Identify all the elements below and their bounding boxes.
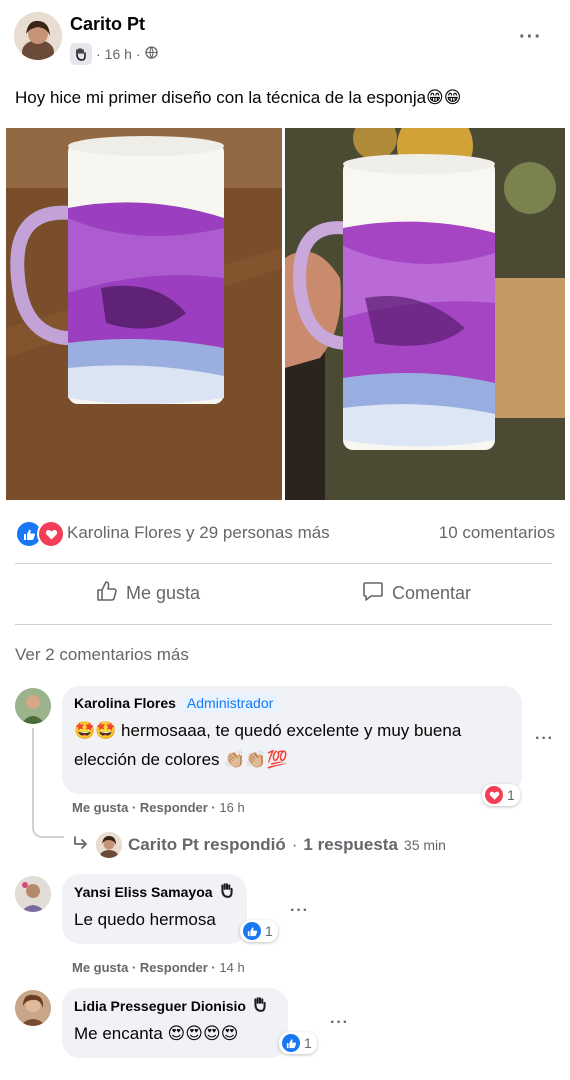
reply-summary-name: Carito Pt respondió (128, 835, 286, 854)
commenter-avatar[interactable] (15, 688, 51, 724)
comment-like-link[interactable]: Me gusta (72, 800, 128, 815)
comment-time[interactable]: 14 h (219, 960, 244, 975)
meta-separator: · (96, 46, 101, 62)
comment-text: 🤩🤩 hermosaaa, te quedó excelente y muy b… (74, 716, 510, 774)
post-time[interactable]: 16 h (105, 46, 132, 62)
waving-hand-badge-icon (219, 882, 235, 901)
love-reaction-icon (37, 520, 65, 548)
admin-badge: Administrador (181, 694, 279, 712)
waving-hand-badge-icon (252, 996, 268, 1015)
comment-like-link[interactable]: Me gusta (72, 960, 128, 975)
comment-bubble: Yansi Eliss Samayoa Le quedo hermosa (62, 874, 247, 944)
like-button[interactable]: Me gusta (96, 580, 200, 607)
reaction-summary: Karolina Flores y 29 personas más 10 com… (15, 520, 555, 548)
thread-line (32, 728, 64, 838)
comment-reply-link[interactable]: Responder (140, 960, 208, 975)
globe-icon (144, 46, 158, 62)
reaction-icons[interactable] (15, 520, 65, 548)
reply-summary[interactable]: Carito Pt respondió · 1 respuesta 35 min (72, 832, 446, 858)
reply-author-avatar (96, 832, 122, 858)
like-reaction-icon (282, 1034, 300, 1052)
comment-text-line: elección de colores 👏🏼👏🏼💯 (74, 750, 288, 769)
comment-text: Le quedo hermosa (74, 910, 216, 929)
reaction-count: 1 (265, 923, 273, 939)
comment-options-button[interactable]: ··· (290, 902, 309, 920)
divider (15, 563, 552, 564)
comment-options-button[interactable]: ··· (330, 1014, 349, 1032)
love-reaction-icon (485, 786, 503, 804)
meta-separator: · (135, 46, 141, 62)
comment-button[interactable]: Comentar (362, 580, 471, 607)
comment-author-name[interactable]: Lidia Presseguer Dionisio (74, 998, 246, 1014)
post-meta: · 16 h · (70, 43, 158, 65)
post-options-button[interactable]: ··· (519, 26, 542, 49)
post-photo-mug-table[interactable] (6, 128, 282, 500)
comment-bubble-icon (362, 580, 384, 607)
comment-author-name[interactable]: Yansi Eliss Samayoa (74, 884, 213, 900)
commenter-avatar[interactable] (15, 990, 51, 1026)
post-photo-mug-hand[interactable] (285, 128, 565, 500)
comment-bubble: Karolina Flores Administrador 🤩🤩 hermosa… (62, 686, 522, 794)
comment-time[interactable]: 16 h (219, 800, 244, 815)
comment-count[interactable]: 10 comentarios (439, 523, 555, 543)
comment-actions: Me gusta · Responder · 14 h (72, 960, 245, 975)
comment-author-name[interactable]: Karolina Flores (74, 695, 176, 711)
comment-bubble: Lidia Presseguer Dionisio Me encanta 😍😍😍… (62, 988, 288, 1058)
post-text: Hoy hice mi primer diseño con la técnica… (15, 88, 462, 107)
reaction-count: 1 (304, 1035, 312, 1051)
comment-reaction-count[interactable]: 1 (279, 1032, 317, 1054)
comment-reply-link[interactable]: Responder (140, 800, 208, 815)
comment-reaction-count[interactable]: 1 (240, 920, 278, 942)
comment-author-row: Yansi Eliss Samayoa (74, 882, 235, 901)
comment-text: Me encanta 😍😍😍😍 (74, 1024, 239, 1043)
commenter-avatar[interactable] (15, 876, 51, 912)
waving-hand-badge-icon (70, 43, 92, 65)
post-author-name[interactable]: Carito Pt (70, 14, 145, 35)
comment-author-row: Lidia Presseguer Dionisio (74, 996, 276, 1015)
divider (15, 624, 552, 625)
author-avatar[interactable] (14, 12, 62, 60)
reaction-names[interactable]: Karolina Flores y 29 personas más (67, 523, 330, 543)
reply-summary-time: 35 min (403, 837, 446, 853)
comment-actions: Me gusta · Responder · 16 h (72, 800, 245, 815)
like-button-label: Me gusta (126, 583, 201, 603)
view-more-comments-link[interactable]: Ver 2 comentarios más (15, 645, 189, 665)
reply-summary-count: 1 respuesta (303, 835, 398, 854)
comment-options-button[interactable]: ··· (535, 730, 554, 748)
like-reaction-icon (243, 922, 261, 940)
thumbs-up-icon (96, 580, 118, 607)
reply-arrow-icon (72, 834, 90, 857)
reaction-count: 1 (507, 787, 515, 803)
comment-text-line: 🤩🤩 hermosaaa, te quedó excelente y muy b… (74, 721, 462, 740)
comment-reaction-count[interactable]: 1 (482, 784, 520, 806)
comment-button-label: Comentar (392, 583, 472, 603)
comment-author-row: Karolina Flores Administrador (74, 694, 510, 712)
